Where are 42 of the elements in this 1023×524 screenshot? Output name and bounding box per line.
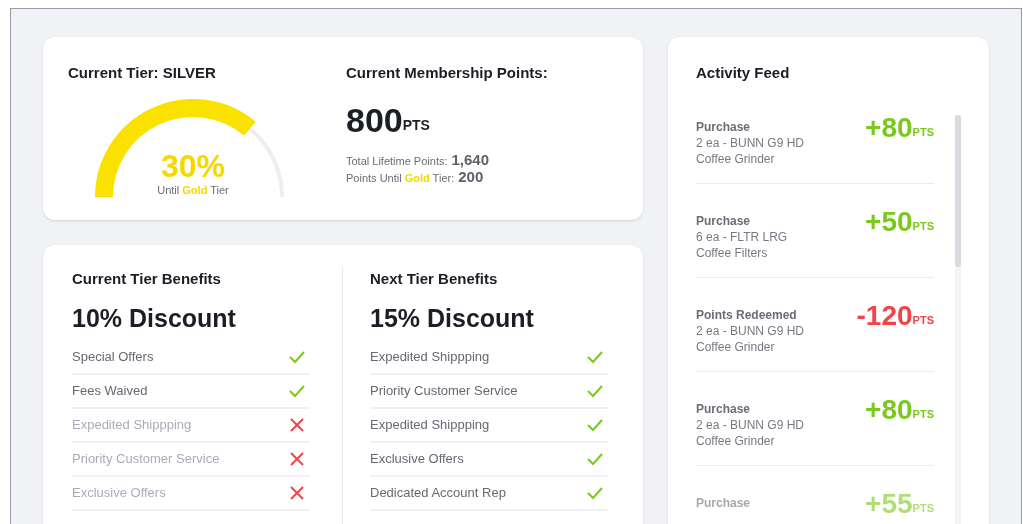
scrollbar[interactable] xyxy=(955,115,961,524)
benefit-label: Priority Customer Service xyxy=(72,450,220,468)
activity-title: Points Redeemed xyxy=(696,307,798,323)
activity-detail: 2 ea - BUNN G9 HD xyxy=(696,322,805,339)
benefit-label: Expedited Shippping xyxy=(370,416,490,434)
benefit-label: Special Offers xyxy=(72,348,154,366)
benefit-label: Exclusive Offers xyxy=(370,450,464,468)
benefits-title: Next Tier Benefits xyxy=(370,268,499,289)
benefits-title: Current Tier Benefits xyxy=(72,268,222,289)
activity-title: Purchase xyxy=(696,401,752,417)
tier-title: Current Tier: SILVER xyxy=(68,63,217,83)
discount-heading: 15% Discount xyxy=(370,303,535,335)
benefit-label: Dedicated Account Rep xyxy=(370,484,506,502)
feed-title: Activity Feed xyxy=(696,63,791,83)
points-change: +50PTS xyxy=(865,205,934,236)
stat-label: Points Until Gold Tier: xyxy=(346,170,455,186)
stat-value: 1,640 xyxy=(451,149,490,170)
activity-detail: Coffee Grinder xyxy=(696,432,776,449)
activity-detail: 6 ea - FLTR LRG xyxy=(696,228,788,245)
points-unit: PTS xyxy=(402,116,430,135)
points-change: +80PTS xyxy=(865,393,934,424)
activity-title: Purchase xyxy=(696,213,752,229)
activity-title: Purchase xyxy=(696,495,751,511)
activity-detail: 2 ea - BUNN G9 HD xyxy=(696,416,805,433)
stat-value: 200 xyxy=(458,167,484,187)
activity-detail: Coffee Grinder xyxy=(696,150,776,167)
points-change: +55PTS xyxy=(865,487,934,518)
benefit-label: Fees Waived xyxy=(72,382,148,400)
activity-title: Purchase xyxy=(696,119,752,135)
activity-detail: Coffee Filters xyxy=(696,244,769,261)
points-change: +80PTS xyxy=(865,111,934,142)
benefit-label: Exclusive Offers xyxy=(72,484,166,502)
activity-detail: Coffee Grinder xyxy=(696,338,776,355)
stat-label: Total Lifetime Points: xyxy=(346,153,448,169)
activity-detail: 2 ea - BUNN G9 HD xyxy=(696,134,805,151)
points-change: -120PTS xyxy=(856,299,934,330)
benefit-label: Priority Customer Service xyxy=(370,382,518,400)
benefit-label: Expedited Shippping xyxy=(370,348,490,366)
points-title: Current Membership Points: xyxy=(346,63,548,83)
discount-heading: 10% Discount xyxy=(72,303,237,335)
benefit-label: Expedited Shippping xyxy=(72,416,192,434)
points-value: 800 xyxy=(346,102,403,137)
